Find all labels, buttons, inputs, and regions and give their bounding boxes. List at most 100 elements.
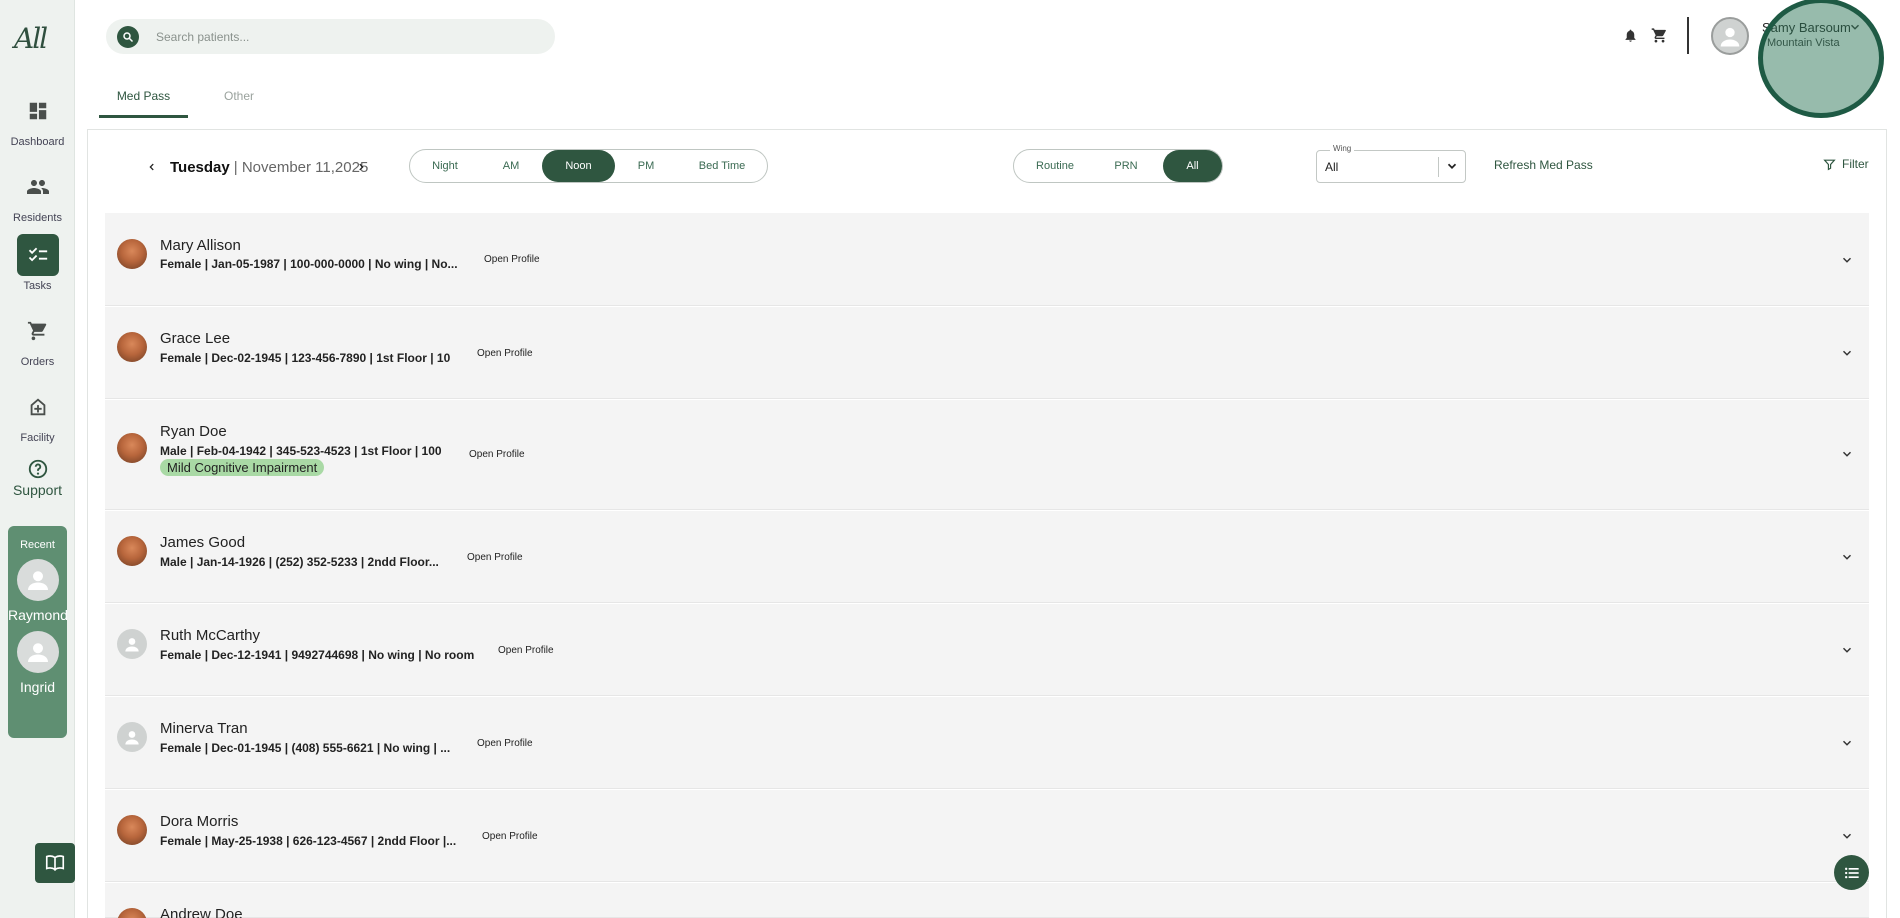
sidebar-item-orders[interactable]: Orders: [0, 310, 75, 368]
avatar-placeholder-icon: [16, 631, 59, 673]
resident-details: Female | Dec-12-1941 | 9492744698 | No w…: [160, 648, 475, 662]
avatar-placeholder-icon: [117, 722, 147, 752]
wing-select[interactable]: Wing All: [1316, 144, 1466, 183]
chevron-left-icon: [149, 163, 154, 171]
filter-label: Filter: [1842, 157, 1869, 171]
chevron-down-icon[interactable]: [1840, 550, 1854, 569]
sidebar-item-residents[interactable]: Residents: [0, 166, 75, 224]
help-icon: [27, 458, 49, 480]
resident-details: Male | Feb-04-1942 | 345-523-4523 | 1st …: [160, 444, 442, 458]
resident-details: Female | Dec-01-1945 | (408) 555-6621 | …: [160, 741, 451, 755]
time-slot-noon[interactable]: Noon: [542, 150, 615, 182]
focus-highlight: [1758, 0, 1884, 118]
sidebar-item-label: Orders: [20, 356, 55, 368]
resident-row[interactable]: Andrew Doe: [105, 883, 1869, 918]
sidebar-item-label: Tasks: [23, 280, 52, 292]
chevron-down-icon[interactable]: [1848, 20, 1862, 39]
tab-other[interactable]: Other: [209, 78, 269, 118]
resident-row[interactable]: Ruth McCarthy Female | Dec-12-1941 | 949…: [105, 604, 1869, 696]
header-divider: [1687, 17, 1689, 54]
resident-photo: [117, 239, 147, 269]
type-all[interactable]: All: [1163, 150, 1222, 182]
cart-icon[interactable]: [1650, 26, 1668, 44]
resident-photo: [117, 332, 147, 362]
search-bar: [106, 19, 555, 54]
resident-row[interactable]: Dora Morris Female | May-25-1938 | 626-1…: [105, 790, 1869, 882]
time-slot-bed-time[interactable]: Bed Time: [677, 150, 767, 182]
open-profile-link[interactable]: Open Profile: [482, 831, 538, 842]
sidebar: All Dashboard Residents Tasks Orders Fac…: [0, 0, 75, 918]
sidebar-item-facility[interactable]: Facility: [0, 386, 75, 444]
search-icon[interactable]: [117, 26, 139, 48]
next-day-button[interactable]: [351, 157, 371, 177]
list-menu-button[interactable]: [1834, 855, 1869, 890]
resident-name: James Good: [160, 534, 246, 551]
support-label: Support: [12, 482, 63, 498]
recent-person-name: Ingrid: [19, 679, 56, 695]
resident-photo: [117, 908, 147, 918]
recent-person-raymond[interactable]: Raymond: [8, 559, 68, 623]
facility-icon: [17, 386, 59, 428]
open-profile-link[interactable]: Open Profile: [484, 254, 540, 265]
avatar-placeholder-icon: [16, 559, 59, 601]
resident-row[interactable]: Ryan Doe Male | Feb-04-1942 | 345-523-45…: [105, 400, 1869, 510]
chevron-down-icon[interactable]: [1840, 253, 1854, 272]
resident-row[interactable]: Minerva Tran Female | Dec-01-1945 | (408…: [105, 697, 1869, 789]
open-profile-link[interactable]: Open Profile: [477, 348, 533, 359]
chevron-down-icon[interactable]: [1840, 829, 1854, 848]
open-profile-link[interactable]: Open Profile: [477, 738, 533, 749]
resident-name: Grace Lee: [160, 330, 231, 347]
refresh-med-pass-button[interactable]: Refresh Med Pass: [1494, 158, 1593, 172]
wing-label: Wing: [1330, 144, 1355, 153]
chevron-down-icon[interactable]: [1840, 346, 1854, 365]
sidebar-item-tasks[interactable]: Tasks: [0, 234, 75, 292]
search-input[interactable]: [156, 19, 536, 54]
filter-icon: [1823, 159, 1836, 170]
resident-details: Male | Jan-14-1926 | (252) 352-5233 | 2n…: [160, 555, 439, 569]
resident-row[interactable]: Mary Allison Female | Jan-05-1987 | 100-…: [105, 213, 1869, 306]
time-slot-selector: Night AM Noon PM Bed Time: [409, 149, 768, 183]
type-selector: Routine PRN All: [1013, 149, 1223, 183]
notification-bell-icon[interactable]: [1621, 26, 1639, 44]
dashboard-icon: [17, 90, 59, 132]
chevron-down-icon[interactable]: [1840, 447, 1854, 466]
previous-day-button[interactable]: [142, 157, 162, 177]
filter-button[interactable]: Filter: [1823, 157, 1869, 171]
open-profile-link[interactable]: Open Profile: [498, 645, 554, 656]
tab-med-pass[interactable]: Med Pass: [99, 78, 188, 118]
resident-photo: [117, 536, 147, 566]
chevron-right-icon: [359, 163, 364, 171]
list-icon: [1844, 867, 1859, 878]
wing-divider: [1438, 157, 1439, 177]
app-logo[interactable]: All: [14, 22, 60, 62]
user-name[interactable]: Samy Barsoum: [1762, 20, 1851, 35]
open-profile-link[interactable]: Open Profile: [467, 552, 523, 563]
sidebar-item-label: Facility: [20, 432, 55, 444]
book-button[interactable]: [35, 843, 75, 883]
resident-row[interactable]: James Good Male | Jan-14-1926 | (252) 35…: [105, 511, 1869, 603]
checklist-icon: [16, 234, 59, 276]
recent-person-ingrid[interactable]: Ingrid: [8, 631, 67, 695]
time-slot-night[interactable]: Night: [410, 150, 480, 182]
resident-details: Female | May-25-1938 | 626-123-4567 | 2n…: [160, 834, 457, 848]
date-day: Tuesday: [170, 158, 230, 176]
avatar-placeholder-icon: [1720, 27, 1740, 47]
type-prn[interactable]: PRN: [1096, 150, 1156, 182]
resident-name: Mary Allison: [160, 237, 241, 254]
diagnosis-badge: Mild Cognitive Impairment: [160, 459, 325, 476]
sidebar-item-label: Dashboard: [10, 136, 65, 148]
resident-details: Female | Dec-02-1945 | 123-456-7890 | 1s…: [160, 351, 451, 365]
open-profile-link[interactable]: Open Profile: [469, 449, 525, 460]
user-avatar[interactable]: [1711, 17, 1749, 55]
time-slot-pm[interactable]: PM: [615, 150, 677, 182]
type-routine[interactable]: Routine: [1014, 150, 1096, 182]
sidebar-item-support[interactable]: Support: [0, 458, 75, 498]
book-open-icon: [45, 855, 65, 871]
date-full: | November 11,2025: [233, 158, 369, 176]
chevron-down-icon[interactable]: [1840, 643, 1854, 662]
chevron-down-icon[interactable]: [1840, 736, 1854, 755]
sidebar-item-dashboard[interactable]: Dashboard: [0, 90, 75, 148]
user-facility: Mountain Vista: [1767, 37, 1840, 49]
resident-row[interactable]: Grace Lee Female | Dec-02-1945 | 123-456…: [105, 307, 1869, 399]
time-slot-am[interactable]: AM: [480, 150, 542, 182]
